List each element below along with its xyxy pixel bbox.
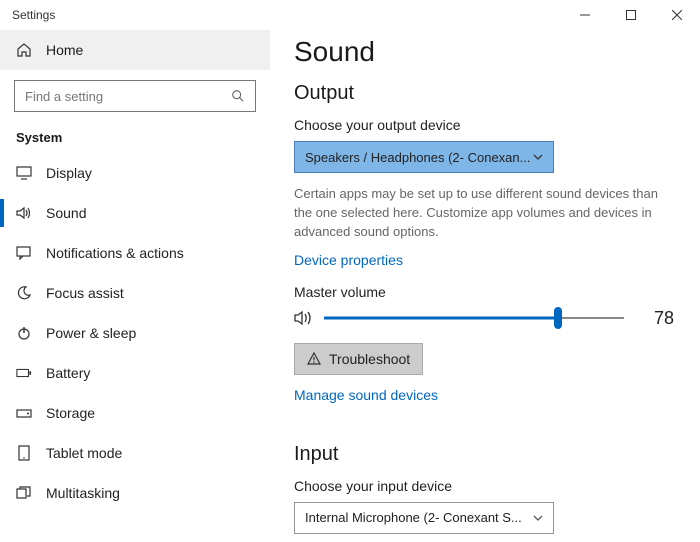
search-input-wrap[interactable] [14, 80, 256, 112]
device-properties-link[interactable]: Device properties [294, 252, 403, 268]
sidebar-item-label: Tablet mode [46, 445, 122, 461]
sidebar-section-label: System [0, 126, 270, 153]
sidebar-item-label: Sound [46, 205, 86, 221]
minimize-button[interactable] [562, 0, 608, 30]
input-device-value: Internal Microphone (2- Conexant S... [305, 510, 522, 525]
search-input[interactable] [25, 89, 231, 104]
output-device-label: Choose your output device [294, 117, 676, 133]
volume-slider[interactable] [324, 308, 624, 328]
volume-value: 78 [634, 308, 674, 329]
sidebar-item-notifications[interactable]: Notifications & actions [0, 233, 270, 273]
home-label: Home [46, 42, 83, 58]
chevron-down-icon [533, 515, 543, 521]
power-icon [16, 325, 32, 341]
troubleshoot-button[interactable]: Troubleshoot [294, 343, 423, 375]
input-device-select[interactable]: Internal Microphone (2- Conexant S... [294, 502, 554, 534]
window-title: Settings [12, 8, 55, 22]
sidebar-item-sound[interactable]: Sound [0, 193, 270, 233]
sidebar-item-battery[interactable]: Battery [0, 353, 270, 393]
output-device-select[interactable]: Speakers / Headphones (2- Conexan... [294, 141, 554, 173]
sidebar-item-power[interactable]: Power & sleep [0, 313, 270, 353]
chevron-down-icon [533, 154, 543, 160]
maximize-button[interactable] [608, 0, 654, 30]
sidebar-item-focus[interactable]: Focus assist [0, 273, 270, 313]
multitasking-icon [16, 486, 32, 500]
sidebar-item-label: Notifications & actions [46, 245, 184, 261]
sidebar-item-label: Multitasking [46, 485, 120, 501]
input-device-label: Choose your input device [294, 478, 676, 494]
sidebar: Home System Display Sound [0, 30, 270, 542]
sidebar-item-storage[interactable]: Storage [0, 393, 270, 433]
home-icon [16, 42, 32, 58]
sidebar-item-label: Display [46, 165, 92, 181]
troubleshoot-label: Troubleshoot [329, 351, 410, 367]
manage-devices-link[interactable]: Manage sound devices [294, 387, 438, 403]
search-icon [231, 89, 245, 103]
sidebar-item-multitasking[interactable]: Multitasking [0, 473, 270, 513]
battery-icon [16, 367, 32, 379]
master-volume-label: Master volume [294, 284, 676, 300]
focus-icon [16, 285, 32, 301]
sidebar-item-label: Storage [46, 405, 95, 421]
main-panel: Sound Output Choose your output device S… [270, 30, 700, 542]
slider-fill [324, 317, 558, 320]
output-helper-text: Certain apps may be set up to use differ… [294, 185, 674, 242]
display-icon [16, 166, 32, 180]
notifications-icon [16, 246, 32, 260]
close-button[interactable] [654, 0, 700, 30]
warning-icon [307, 352, 321, 366]
slider-thumb[interactable] [554, 307, 562, 329]
storage-icon [16, 407, 32, 419]
sound-icon [16, 206, 32, 220]
input-heading: Input [294, 443, 676, 466]
home-nav[interactable]: Home [0, 30, 270, 70]
tablet-icon [16, 445, 32, 461]
sidebar-item-label: Focus assist [46, 285, 124, 301]
volume-icon[interactable] [294, 310, 314, 326]
sidebar-item-label: Battery [46, 365, 90, 381]
sidebar-item-tablet[interactable]: Tablet mode [0, 433, 270, 473]
sidebar-item-label: Power & sleep [46, 325, 136, 341]
output-device-value: Speakers / Headphones (2- Conexan... [305, 150, 530, 165]
sidebar-item-display[interactable]: Display [0, 153, 270, 193]
output-heading: Output [294, 82, 676, 105]
page-title: Sound [294, 36, 676, 68]
